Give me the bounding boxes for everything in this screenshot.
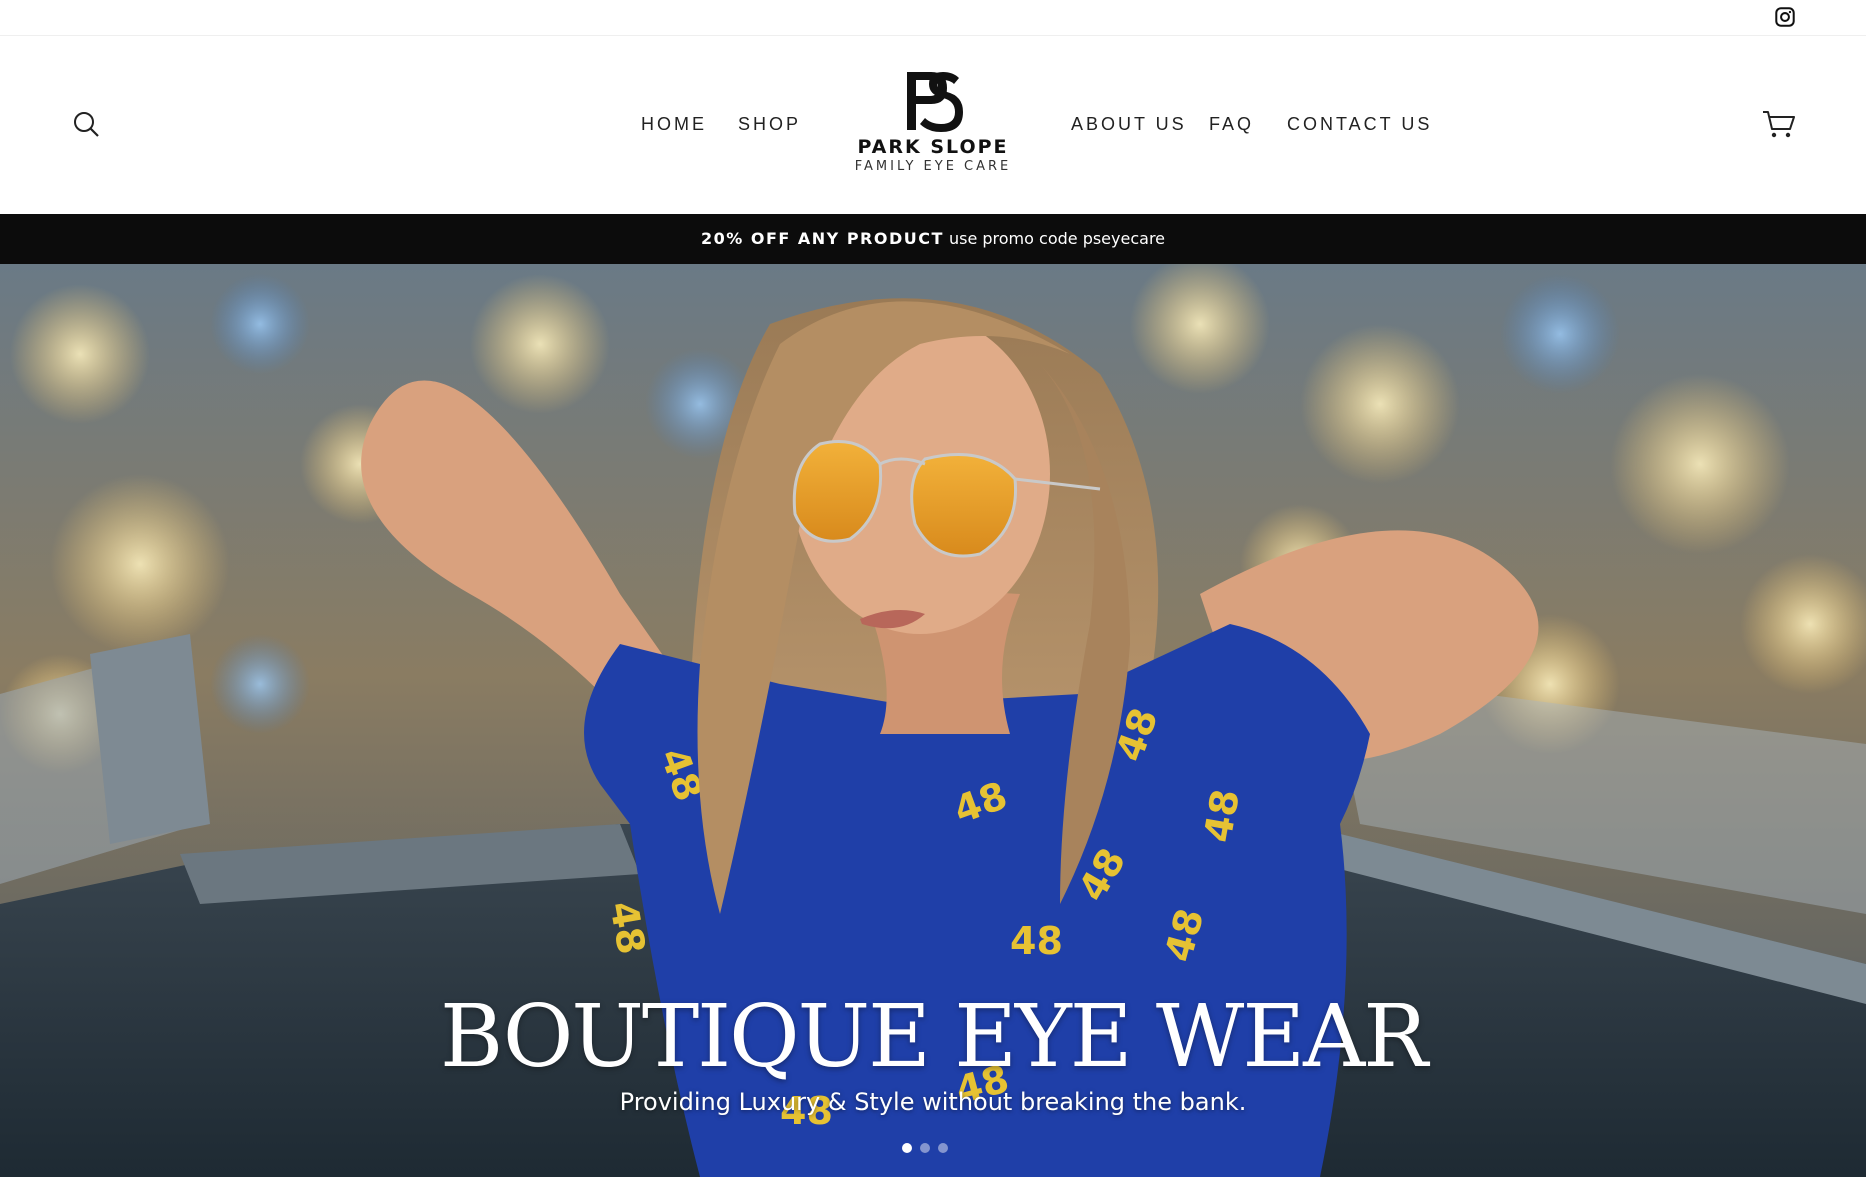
slide-dot-1[interactable] (902, 1143, 912, 1153)
utility-bar (0, 0, 1866, 36)
svg-text:48: 48 (601, 898, 654, 958)
cart-icon[interactable] (1762, 108, 1796, 140)
nav-home[interactable]: HOME (641, 114, 707, 135)
site-logo[interactable]: PARK SLOPE FAMILY EYE CARE (838, 68, 1028, 186)
site-header: HOME SHOP PARK SLOPE FAMILY EYE CARE ABO… (0, 36, 1866, 214)
promo-highlight: 20% OFF ANY PRODUCT (700, 229, 944, 248)
logo-name: PARK SLOPE (857, 136, 1009, 158)
promo-text: use promo code pseyecare (943, 229, 1166, 248)
logo-subtitle: FAMILY EYE CARE (854, 159, 1012, 174)
search-icon[interactable] (72, 110, 100, 138)
logo-monogram (907, 72, 963, 132)
instagram-icon[interactable] (1774, 6, 1796, 28)
nav-about-us[interactable]: ABOUT US (1071, 114, 1187, 135)
hero-slideshow[interactable]: 48 48 48 48 48 48 48 48 48 48 BOUTIQUE E… (0, 264, 1866, 1177)
nav-faq[interactable]: FAQ (1209, 114, 1254, 135)
hero-subtitle: Providing Luxury & Style without breakin… (619, 1088, 1247, 1116)
svg-text:48: 48 (1010, 919, 1063, 963)
slide-dot-3[interactable] (938, 1143, 948, 1153)
nav-contact-us[interactable]: CONTACT US (1287, 114, 1432, 135)
nav-shop[interactable]: SHOP (738, 114, 801, 135)
slide-dots (902, 1143, 948, 1157)
announcement-bar: 20% OFF ANY PRODUCT use promo code pseye… (0, 214, 1866, 264)
slide-dot-2[interactable] (920, 1143, 930, 1153)
svg-text:48: 48 (1196, 786, 1249, 846)
hero-title: BOUTIQUE EYE WEAR (440, 987, 1428, 1087)
